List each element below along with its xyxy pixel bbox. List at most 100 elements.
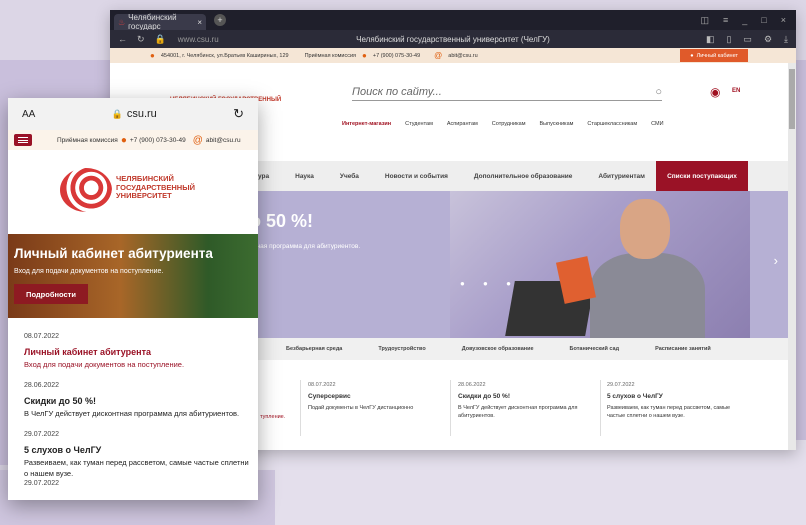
search-box[interactable]: Поиск по сайту... ○: [352, 83, 662, 101]
close-window-icon[interactable]: ×: [781, 15, 786, 26]
mobile-contacts-bar: Приёмная комиссия ● +7 (900) 073-30-49 @…: [8, 130, 258, 150]
mobile-domain: csu.ru: [126, 108, 157, 120]
news-date: 29.07.2022: [607, 382, 635, 388]
personal-account-button[interactable]: ● Личный кабинет: [680, 49, 748, 62]
battery-icon[interactable]: ▭: [743, 34, 752, 45]
email-link[interactable]: abit@csu.ru: [206, 137, 241, 144]
text-size-button[interactable]: AA: [22, 109, 35, 120]
top-nav-item[interactable]: Старшеклассникам: [587, 121, 637, 127]
news-title[interactable]: Суперсервис: [308, 393, 438, 402]
scroll-thumb[interactable]: [789, 69, 795, 129]
decor-dots: ● ● ●: [460, 279, 519, 288]
close-tab-icon[interactable]: ×: [197, 18, 202, 27]
next-slide-icon[interactable]: ›: [774, 253, 778, 268]
student-image: [590, 253, 705, 338]
eye-icon[interactable]: ◉: [710, 85, 720, 99]
phone-link[interactable]: +7 (900) 073-30-49: [130, 137, 186, 144]
extensions-icon[interactable]: ⚙: [764, 34, 772, 45]
news-title[interactable]: 5 слухов о ЧелГУ: [607, 393, 747, 402]
secondary-nav-item[interactable]: Довузовское образование: [462, 346, 534, 352]
top-nav-item[interactable]: Интернет-магазин: [342, 121, 391, 127]
logo-line: УНИВЕРСИТЕТ: [116, 191, 172, 201]
applicants-list-button[interactable]: Списки поступающих: [656, 161, 748, 191]
news-item[interactable]: 28.06.2022 Скидки до 50 %! В ЧелГУ дейст…: [458, 382, 593, 420]
news-date: 29.07.2022: [24, 480, 60, 488]
hero-subtitle: нтная программа для абитуриентов.: [250, 243, 361, 250]
minimize-icon[interactable]: _: [742, 15, 747, 26]
bookmark-icon[interactable]: ▯: [726, 34, 731, 45]
location-pin-icon: ●: [150, 51, 155, 60]
reload-icon[interactable]: ↻: [137, 34, 145, 45]
main-nav-item[interactable]: Учеба: [340, 173, 359, 180]
email-link[interactable]: abit@csu.ru: [448, 53, 477, 59]
main-nav-item[interactable]: Дополнительное образование: [474, 173, 572, 180]
news-item[interactable]: 29.07.2022 5 слухов о ЧелГУ Развеиваем, …: [607, 382, 747, 420]
news-date: 28.06.2022: [458, 382, 486, 388]
top-nav-item[interactable]: Выпускникам: [539, 121, 573, 127]
browser-tab[interactable]: ♨ Челябинский государс ×: [114, 13, 206, 31]
email-icon: @: [192, 134, 203, 146]
hamburger-menu-icon[interactable]: [14, 134, 32, 146]
news-date: 08.07.2022: [308, 382, 336, 388]
address-bar: ← ↻ 🔒 www.csu.ru Челябинский государстве…: [110, 30, 796, 48]
divider: [300, 380, 301, 436]
hero-photo: [450, 191, 750, 338]
main-nav-item[interactable]: Новости и события: [385, 173, 448, 180]
news-date: 29.07.2022: [24, 430, 60, 438]
background-lower: [258, 440, 806, 525]
news-title[interactable]: Скидки до 50 %!: [24, 395, 250, 408]
search-icon[interactable]: ○: [655, 86, 662, 98]
user-icon: ●: [690, 52, 694, 59]
maximize-icon[interactable]: □: [761, 15, 766, 26]
tab-title: Челябинский государс: [128, 13, 177, 31]
news-title[interactable]: Личный кабинет абитурента: [24, 346, 250, 359]
news-text: Развеиваем, как туман перед рассветом, с…: [24, 458, 249, 478]
news-title[interactable]: Скидки до 50 %!: [458, 393, 593, 402]
phone-link[interactable]: +7 (900) 075-30-49: [373, 53, 420, 59]
news-text: Подай документы в ЧелГУ дистанционно: [308, 405, 414, 412]
search-input[interactable]: Поиск по сайту...: [352, 86, 442, 98]
contacts-bar: ● 454001, г. Челябинск, ул.Братьев Кашир…: [110, 48, 796, 63]
scrollbar[interactable]: [788, 63, 796, 450]
news-text: Вход для подачи документов на поступлени…: [24, 360, 185, 370]
language-switch[interactable]: EN: [732, 88, 740, 94]
top-nav-item[interactable]: Аспирантам: [447, 121, 478, 127]
favicon-icon: ♨: [118, 17, 126, 27]
news-title[interactable]: 5 слухов о ЧелГУ: [24, 444, 250, 457]
news-text: Развеиваем, как туман перед рассветом, с…: [607, 405, 731, 419]
back-icon[interactable]: ←: [118, 34, 127, 45]
window-controls: ◫ ≡ _ □ ×: [701, 15, 797, 26]
email-icon: @: [434, 51, 443, 60]
reload-icon[interactable]: ↻: [233, 106, 244, 122]
top-nav-item[interactable]: Студентам: [405, 121, 433, 127]
divider: [450, 380, 451, 436]
lock-icon: 🔒: [111, 108, 123, 119]
news-item[interactable]: 08.07.2022 Суперсервис Подай документы в…: [308, 382, 438, 413]
new-tab-icon[interactable]: +: [214, 14, 226, 26]
lock-icon: 🔒: [154, 33, 166, 44]
details-button[interactable]: Подробности: [14, 284, 88, 304]
menu-icon[interactable]: ≡: [723, 15, 728, 26]
mobile-news-list: 08.07.2022 Личный кабинет абитурента Вхо…: [24, 332, 250, 489]
secondary-nav-item[interactable]: Безбарьерная среда: [286, 346, 342, 352]
download-icon[interactable]: ⤓: [784, 34, 788, 45]
csu-spiral-logo-icon: [60, 168, 112, 212]
phone-icon: ●: [120, 134, 127, 146]
top-nav-item[interactable]: СМИ: [651, 121, 663, 127]
url-input[interactable]: www.csu.ru: [178, 35, 219, 44]
secondary-nav-item[interactable]: Ботанический сад: [570, 346, 620, 352]
secondary-nav-item[interactable]: Расписание занятий: [655, 346, 711, 352]
phone-icon: ●: [362, 51, 367, 60]
news-date: 08.07.2022: [24, 333, 60, 340]
main-nav-item[interactable]: ура: [258, 173, 269, 180]
main-nav-item[interactable]: Абитуриентам: [598, 173, 645, 180]
snapshot-icon[interactable]: ◫: [701, 15, 710, 26]
admission-label: Приёмная комиссия: [57, 136, 118, 144]
mobile-address-bar: AA 🔒 csu.ru ↻: [8, 98, 258, 130]
top-nav-item[interactable]: Сотрудникам: [492, 121, 526, 127]
mobile-hero-subtitle: Вход для подачи документов на поступлени…: [14, 268, 164, 275]
secondary-nav-item[interactable]: Трудоустройство: [378, 346, 425, 352]
mobile-url[interactable]: 🔒 csu.ru: [112, 108, 157, 120]
main-nav-item[interactable]: Наука: [295, 173, 314, 180]
shield-icon[interactable]: ◧: [706, 34, 715, 45]
